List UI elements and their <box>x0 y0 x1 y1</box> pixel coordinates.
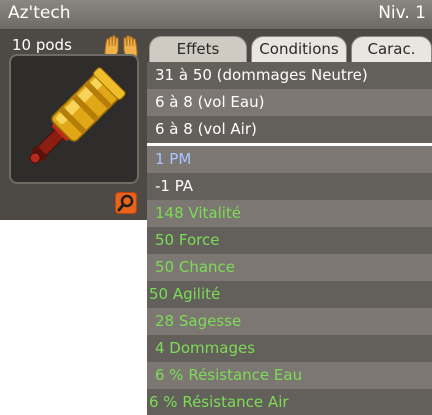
effect-text: 50 Force <box>155 231 220 249</box>
effect-text: 28 Sagesse <box>155 312 242 330</box>
effect-text: 148 Vitalité <box>155 204 242 222</box>
magnifier-icon <box>117 194 134 212</box>
item-name: Az'tech <box>8 3 71 23</box>
tabs-bar: Effets Conditions Carac. <box>147 30 432 62</box>
effect-row: 50 Agilité <box>147 281 432 308</box>
tab-conditions[interactable]: Conditions <box>251 36 347 62</box>
title-bar: Az'tech Niv. 1 <box>0 0 432 30</box>
effect-row: 28 Sagesse <box>147 308 432 335</box>
effect-text: 6 % Résistance Air <box>149 393 289 411</box>
effect-row: 6 % Résistance Air <box>147 389 432 415</box>
effect-row: 50 Chance <box>147 254 432 281</box>
effect-row: 4 Dommages <box>147 335 432 362</box>
tab-carac-label: Carac. <box>367 40 416 58</box>
effect-text: 50 Agilité <box>149 285 221 303</box>
tab-effets[interactable]: Effets <box>149 36 247 62</box>
item-panel: 10 pods <box>0 30 147 220</box>
effect-text: 4 Dommages <box>155 339 256 357</box>
item-tooltip: Az'tech Niv. 1 10 pods Effets Conditions… <box>0 0 432 415</box>
effect-text: 1 PM <box>155 150 192 168</box>
effect-row: 6 à 8 (vol Air) <box>147 116 432 143</box>
effect-row: 148 Vitalité <box>147 200 432 227</box>
effect-text: 6 % Résistance Eau <box>155 366 303 384</box>
effect-text: 6 à 8 (vol Air) <box>155 120 257 138</box>
item-image-frame <box>9 54 139 184</box>
hammer-item-image <box>29 67 126 164</box>
tab-conditions-label: Conditions <box>259 40 339 58</box>
tab-effets-label: Effets <box>176 40 220 58</box>
effect-text: 50 Chance <box>155 258 236 276</box>
effect-row: -1 PA <box>147 173 432 200</box>
zoom-button[interactable] <box>115 192 137 214</box>
effect-row: 6 à 8 (vol Eau) <box>147 89 432 116</box>
tab-carac[interactable]: Carac. <box>351 36 432 62</box>
effect-row: 6 % Résistance Eau <box>147 362 432 389</box>
effect-row: 1 PM <box>147 146 432 173</box>
effect-text: -1 PA <box>155 177 194 195</box>
effects-list: 31 à 50 (dommages Neutre) 6 à 8 (vol Eau… <box>147 62 432 415</box>
effect-row: 31 à 50 (dommages Neutre) <box>147 62 432 89</box>
effect-text: 6 à 8 (vol Eau) <box>155 93 265 111</box>
effect-row: 50 Force <box>147 227 432 254</box>
item-level: Niv. 1 <box>378 3 426 23</box>
pods-label: 10 pods <box>12 36 72 54</box>
effect-text: 31 à 50 (dommages Neutre) <box>155 66 368 84</box>
